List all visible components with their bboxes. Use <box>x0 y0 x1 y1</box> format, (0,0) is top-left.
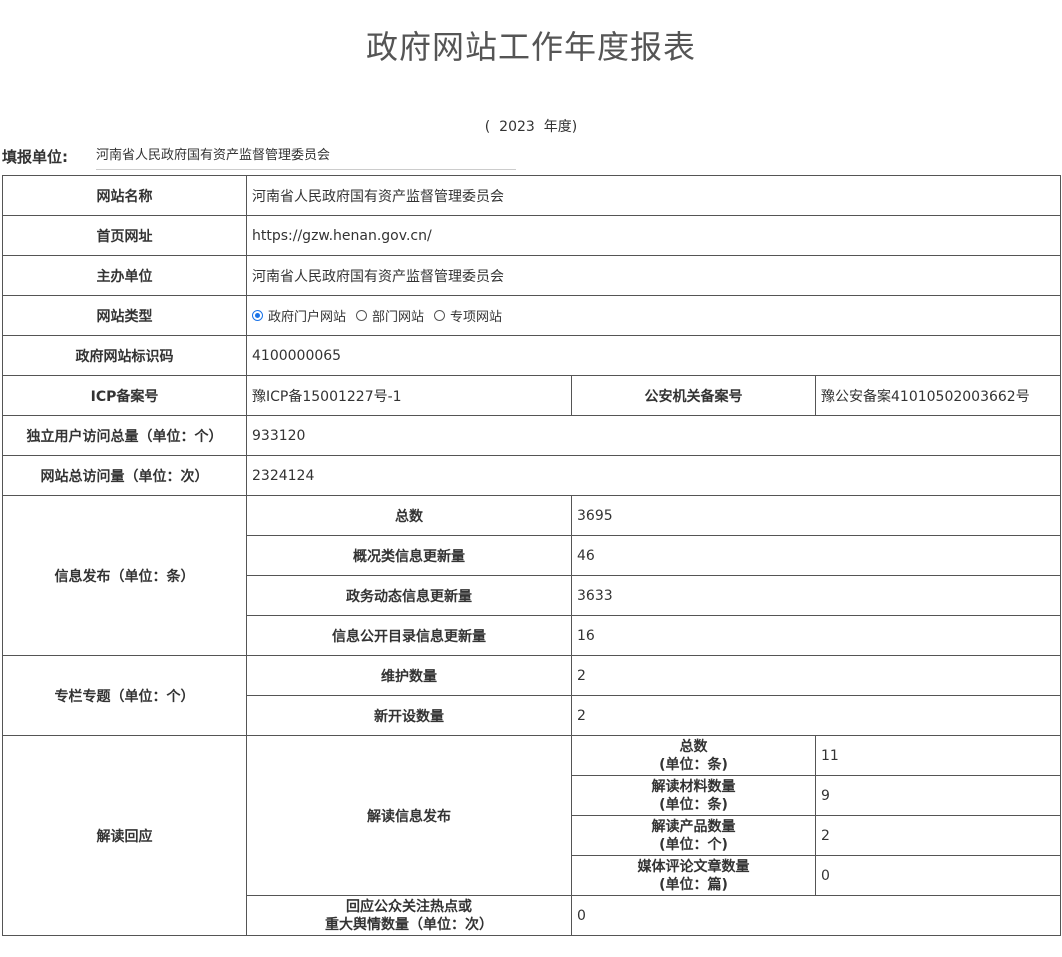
columns-label: 专栏专题（单位：个） <box>2 655 247 736</box>
sponsor-value: 河南省人民政府国有资产监督管理委员会 <box>245 255 1062 296</box>
site-type-option-label: 部门网站 <box>372 310 425 325</box>
info-release-item-label: 信息公开目录信息更新量 <box>246 615 572 656</box>
table-row: 网站名称 河南省人民政府国有资产监督管理委员会 <box>2 175 1062 216</box>
sponsor-label: 主办单位 <box>2 255 247 296</box>
columns-item-value: 2 <box>570 695 1062 736</box>
table-row: 首页网址 https://gzw.henan.gov.cn/ <box>2 215 1062 256</box>
interpretation-item-label: 解读材料数量 (单位：条) <box>571 775 816 816</box>
info-release-item-value: 16 <box>570 615 1062 656</box>
interpretation-item-label-line2: (单位：个) <box>659 836 728 853</box>
info-release-item-label: 政务动态信息更新量 <box>246 575 572 616</box>
info-release-label: 信息发布（单位：条） <box>2 495 247 656</box>
site-type-option-department[interactable]: 部门网站 <box>356 306 424 325</box>
homepage-value: https://gzw.henan.gov.cn/ <box>245 215 1062 256</box>
total-visits-value: 2324124 <box>245 455 1062 496</box>
police-record-label: 公安机关备案号 <box>571 375 816 416</box>
site-type-radio-group: 政府门户网站 部门网站 专项网站 <box>252 306 1055 325</box>
interpretation-item-label-line1: 总数 <box>679 738 708 755</box>
report-table: 网站名称 河南省人民政府国有资产监督管理委员会 首页网址 https://gzw… <box>2 175 1062 936</box>
response-value: 0 <box>570 895 1062 936</box>
interpretation-item-value: 11 <box>814 735 1062 776</box>
interpretation-item-label: 媒体评论文章数量 (单位：篇) <box>571 855 816 896</box>
table-row: 专栏专题（单位：个） 维护数量 2 <box>2 655 1062 736</box>
interpretation-item-label-line2: (单位：篇) <box>659 876 728 893</box>
radio-unchecked-icon[interactable] <box>356 310 368 321</box>
site-name-label: 网站名称 <box>2 175 247 216</box>
site-type-options: 政府门户网站 部门网站 专项网站 <box>245 295 1062 336</box>
year-suffix: 年度) <box>543 119 578 135</box>
interpretation-label: 解读回应 <box>2 735 247 936</box>
radio-checked-icon[interactable] <box>252 310 263 321</box>
interpretation-release-label: 解读信息发布 <box>246 735 572 896</box>
columns-item-label: 维护数量 <box>246 655 572 696</box>
site-type-option-portal[interactable]: 政府门户网站 <box>252 306 346 325</box>
table-row: 独立用户访问总量（单位：个） 933120 <box>2 415 1062 456</box>
response-label-line2: 重大舆情数量（单位：次） <box>325 916 493 933</box>
columns-item-value: 2 <box>570 655 1062 696</box>
site-type-label: 网站类型 <box>2 295 247 336</box>
report-page: 政府网站工作年度报表 ( 2023 年度) 填报单位: 河南省人民政府国有资产监… <box>0 0 1062 957</box>
info-release-item-label: 总数 <box>246 495 572 536</box>
interpretation-item-value: 9 <box>814 775 1062 816</box>
interpretation-item-label-line1: 解读产品数量 <box>651 818 736 835</box>
icp-label: ICP备案号 <box>2 375 247 416</box>
table-row: 网站总访问量（单位：次） 2324124 <box>2 455 1062 496</box>
icp-value: 豫ICP备15001227号-1 <box>246 375 572 416</box>
table-row: 网站类型 政府门户网站 部门网站 专项网站 <box>2 295 1062 336</box>
response-label-line1: 回应公众关注热点或 <box>346 898 472 915</box>
site-id-label: 政府网站标识码 <box>2 335 247 376</box>
site-type-option-special[interactable]: 专项网站 <box>434 306 502 325</box>
response-label: 回应公众关注热点或 重大舆情数量（单位：次） <box>246 895 572 936</box>
interpretation-item-label-line1: 解读材料数量 <box>651 778 736 795</box>
info-release-item-value: 3633 <box>570 575 1062 616</box>
columns-item-label: 新开设数量 <box>246 695 572 736</box>
interpretation-item-label-line1: 媒体评论文章数量 <box>637 858 750 875</box>
site-type-option-label: 专项网站 <box>450 310 503 325</box>
total-visits-label: 网站总访问量（单位：次） <box>2 455 247 496</box>
unique-visitors-value: 933120 <box>245 415 1062 456</box>
interpretation-item-label: 总数 (单位：条) <box>571 735 816 776</box>
police-record-value: 豫公安备案41010502003662号 <box>814 375 1062 416</box>
unique-visitors-label: 独立用户访问总量（单位：个） <box>2 415 247 456</box>
info-release-item-label: 概况类信息更新量 <box>246 535 572 576</box>
site-name-value: 河南省人民政府国有资产监督管理委员会 <box>245 175 1062 216</box>
filling-unit-label: 填报单位: <box>2 147 68 166</box>
table-row: 信息发布（单位：条） 总数 3695 <box>2 495 1062 656</box>
year-value: 2023 <box>499 119 535 135</box>
site-id-value: 4100000065 <box>245 335 1062 376</box>
site-type-option-label: 政府门户网站 <box>268 310 347 325</box>
filling-unit-value: 河南省人民政府国有资产监督管理委员会 <box>96 142 516 170</box>
interpretation-item-label-line2: (单位：条) <box>659 756 728 773</box>
table-row: ICP备案号 豫ICP备15001227号-1 公安机关备案号 豫公安备案410… <box>2 375 1062 416</box>
homepage-label: 首页网址 <box>2 215 247 256</box>
table-row: 主办单位 河南省人民政府国有资产监督管理委员会 <box>2 255 1062 296</box>
interpretation-item-value: 0 <box>814 855 1062 896</box>
interpretation-item-label-line2: (单位：条) <box>659 796 728 813</box>
report-year: ( 2023 年度) <box>0 116 1062 136</box>
year-open: ( <box>484 119 491 135</box>
info-release-item-value: 46 <box>570 535 1062 576</box>
info-release-item-value: 3695 <box>570 495 1062 536</box>
filling-unit: 填报单位: 河南省人民政府国有资产监督管理委员会 <box>2 142 516 170</box>
radio-unchecked-icon[interactable] <box>434 310 446 321</box>
interpretation-item-value: 2 <box>814 815 1062 856</box>
table-row: 政府网站标识码 4100000065 <box>2 335 1062 376</box>
interpretation-item-label: 解读产品数量 (单位：个) <box>571 815 816 856</box>
table-row: 解读回应 解读信息发布 总数 (单位：条) 11 <box>2 735 1062 936</box>
page-title: 政府网站工作年度报表 <box>365 28 696 66</box>
